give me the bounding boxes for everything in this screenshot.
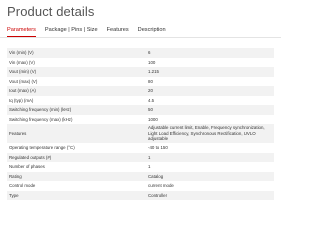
spec-value: 50: [148, 107, 153, 113]
spec-label: Vin (max) (V): [9, 59, 35, 65]
spec-value: 1000: [148, 116, 158, 122]
spec-value: 20: [148, 88, 153, 94]
tab-divider: [0, 37, 281, 38]
table-row: Vin (min) (V) 6: [7, 48, 274, 58]
spec-value: 1: [148, 154, 151, 160]
spec-label: Control mode: [9, 183, 36, 189]
spec-value: Controller: [148, 192, 168, 198]
spec-value: -40 to 150: [148, 145, 168, 151]
page-title: Product details: [7, 4, 95, 19]
tab-parameters[interactable]: Parameters: [7, 26, 36, 37]
spec-value: 1: [148, 164, 151, 170]
spec-label: Switching frequency (max) (kHz): [9, 116, 73, 122]
tab-package-pins-size[interactable]: Package | Pins | Size: [45, 26, 98, 37]
spec-value: 100: [148, 59, 156, 65]
table-row: Regulated outputs (#) 1: [7, 152, 274, 162]
spec-label: Regulated outputs (#): [9, 154, 52, 160]
spec-label: Rating: [9, 173, 22, 179]
spec-value: Adjustable current limit, Enable, Freque…: [148, 125, 265, 142]
spec-label: Vin (min) (V): [9, 50, 34, 56]
table-row: Rating Catalog: [7, 171, 274, 181]
table-row: Switching frequency (min) (kHz) 50: [7, 105, 274, 115]
spec-label: Type: [9, 192, 19, 198]
table-row: Type Controller: [7, 190, 274, 200]
spec-label: Vout (max) (V): [9, 78, 38, 84]
spec-label: Number of phases: [9, 164, 45, 170]
tab-features[interactable]: Features: [107, 26, 129, 37]
spec-value: Catalog: [148, 173, 164, 179]
spec-value: 1.215: [148, 69, 159, 75]
table-row: Number of phases 1: [7, 162, 274, 172]
table-row: Iq (typ) (mA) 4.5: [7, 96, 274, 106]
table-row: Vout (max) (V) 80: [7, 77, 274, 87]
spec-label: Vout (min) (V): [9, 69, 37, 75]
table-row: Vout (min) (V) 1.215: [7, 67, 274, 77]
table-row: Control mode current mode: [7, 181, 274, 191]
spec-value: 4.5: [148, 97, 155, 103]
spec-value: 6: [148, 50, 151, 56]
spec-label: Switching frequency (min) (kHz): [9, 107, 72, 113]
spec-label: Iout (max) (A): [9, 88, 36, 94]
table-row: Vin (max) (V) 100: [7, 58, 274, 68]
tab-description[interactable]: Description: [138, 26, 166, 37]
table-row: Iout (max) (A) 20: [7, 86, 274, 96]
spec-label: Operating temperature range (°C): [9, 145, 75, 151]
table-row: Operating temperature range (°C) -40 to …: [7, 143, 274, 153]
spec-value: 80: [148, 78, 153, 84]
table-row: Features Adjustable current limit, Enabl…: [7, 124, 274, 143]
spec-value: current mode: [148, 183, 174, 189]
parameters-table: Vin (min) (V) 6 Vin (max) (V) 100 Vout (…: [7, 48, 274, 200]
spec-label: Iq (typ) (mA): [9, 97, 34, 103]
spec-label: Features: [9, 131, 27, 136]
table-row: Switching frequency (max) (kHz) 1000: [7, 115, 274, 125]
